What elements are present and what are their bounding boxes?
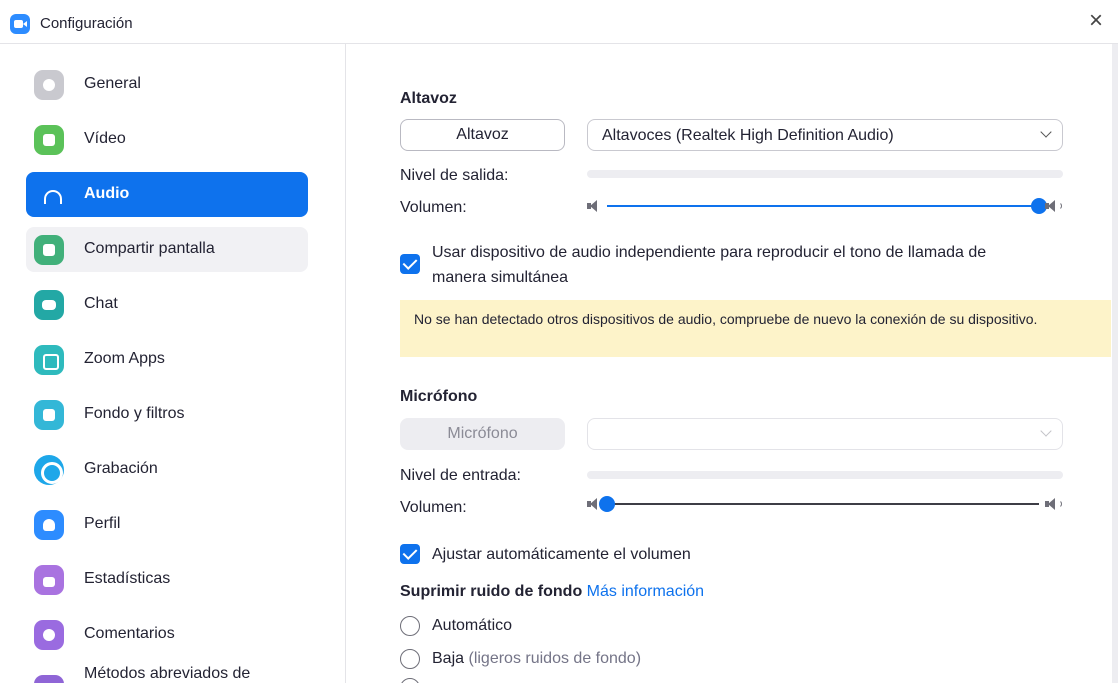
separate-ringtone-label-line1: Usar dispositivo de audio independiente …	[432, 244, 987, 261]
sidebar-item-video[interactable]: Vídeo	[26, 117, 308, 162]
video-camera-icon	[34, 125, 64, 155]
output-level-meter	[587, 170, 1063, 178]
gear-icon	[34, 70, 64, 100]
microphone-device-select[interactable]	[587, 418, 1063, 450]
profile-icon	[34, 510, 64, 540]
volume-high-icon	[1045, 200, 1063, 212]
auto-volume-checkbox[interactable]	[400, 544, 420, 564]
microphone-volume-label: Volumen:	[400, 499, 467, 516]
sidebar-item-label: Chat	[84, 295, 118, 312]
sidebar-item-chat[interactable]: Chat	[26, 282, 308, 327]
sidebar-item-label: Zoom Apps	[84, 350, 165, 367]
noise-low-label: Baja (ligeros ruidos de fondo)	[432, 650, 641, 668]
noise-suppression-title-text: Suprimir ruido de fondo	[400, 583, 583, 600]
slider-fill	[607, 205, 1039, 207]
sidebar-item-share-screen[interactable]: Compartir pantalla	[26, 227, 308, 272]
noise-auto-label: Automático	[432, 617, 513, 634]
separate-ringtone-label: Usar dispositivo de audio independiente …	[432, 240, 986, 290]
sidebar-item-label: Perfil	[84, 515, 121, 532]
sidebar-item-label: Compartir pantalla	[84, 240, 215, 257]
slider-track	[599, 496, 1039, 512]
window-title: Configuración	[40, 15, 133, 32]
chevron-down-icon	[1040, 126, 1052, 138]
sidebar-item-shortcuts[interactable]: Métodos abreviados de	[26, 661, 308, 683]
keyboard-icon	[34, 675, 64, 683]
chevron-down-icon	[1040, 425, 1052, 437]
audio-settings-panel: Altavoz Altavoz Altavoces (Realtek High …	[347, 44, 1118, 683]
noise-low-label-text: Baja	[432, 650, 465, 667]
volume-low-icon	[587, 498, 599, 510]
sidebar-item-label: Vídeo	[84, 130, 126, 147]
sidebar-item-label: Audio	[84, 185, 130, 202]
sidebar-item-audio[interactable]: Audio	[26, 172, 308, 217]
sidebar-item-profile[interactable]: Perfil	[26, 502, 308, 547]
title-bar: Configuración ×	[0, 0, 1118, 44]
separate-ringtone-label-line2: manera simultánea	[432, 269, 569, 286]
auto-volume-label: Ajustar automáticamente el volumen	[432, 546, 691, 563]
chat-bubble-icon	[34, 290, 64, 320]
output-level-label: Nivel de salida:	[400, 167, 509, 184]
sidebar-item-label: Fondo y filtros	[84, 405, 185, 422]
volume-low-icon	[587, 200, 599, 212]
share-screen-icon	[34, 235, 64, 265]
sidebar-item-label: Métodos abreviados de	[84, 665, 251, 682]
sidebar-item-recording[interactable]: Grabación	[26, 447, 308, 492]
slider-track	[607, 198, 1047, 214]
volume-high-icon	[1045, 498, 1063, 510]
headphones-icon	[34, 180, 64, 210]
sidebar-item-background[interactable]: Fondo y filtros	[26, 392, 308, 437]
sidebar-item-label: Grabación	[84, 460, 158, 477]
separate-ringtone-checkbox[interactable]	[400, 254, 420, 274]
noise-suppression-title: Suprimir ruido de fondo Más información	[400, 583, 704, 601]
input-level-meter	[587, 471, 1063, 479]
input-level-label: Nivel de entrada:	[400, 467, 521, 484]
record-icon	[34, 455, 64, 485]
sidebar-item-label: Estadísticas	[84, 570, 171, 587]
smiley-icon	[34, 620, 64, 650]
microphone-section-title: Micrófono	[400, 388, 478, 405]
bar-chart-icon	[34, 565, 64, 595]
noise-medium-radio[interactable]	[400, 678, 420, 683]
speaker-volume-slider[interactable]	[587, 198, 1063, 214]
speaker-volume-label: Volumen:	[400, 199, 467, 216]
sidebar-item-statistics[interactable]: Estadísticas	[26, 557, 308, 602]
noise-low-note: (ligeros ruidos de fondo)	[468, 650, 642, 667]
settings-sidebar: General Vídeo Audio Compartir pantalla C…	[0, 44, 346, 683]
noise-auto-radio[interactable]	[400, 616, 420, 636]
no-devices-notice: No se han detectado otros dispositivos d…	[400, 300, 1111, 357]
test-microphone-button[interactable]: Micrófono	[400, 418, 565, 450]
close-button[interactable]: ×	[1082, 8, 1110, 36]
microphone-volume-slider[interactable]	[587, 496, 1063, 512]
more-info-link[interactable]: Más información	[587, 583, 704, 600]
speaker-device-select[interactable]: Altavoces (Realtek High Definition Audio…	[587, 119, 1063, 151]
test-speaker-button[interactable]: Altavoz	[400, 119, 565, 151]
noise-low-radio[interactable]	[400, 649, 420, 669]
speaker-section-title: Altavoz	[400, 90, 457, 107]
background-person-icon	[34, 400, 64, 430]
zoom-app-icon	[10, 14, 30, 34]
apps-icon	[34, 345, 64, 375]
sidebar-item-label: Comentarios	[84, 625, 175, 642]
speaker-device-value: Altavoces (Realtek High Definition Audio…	[602, 127, 894, 144]
sidebar-item-feedback[interactable]: Comentarios	[26, 612, 308, 657]
sidebar-item-zoom-apps[interactable]: Zoom Apps	[26, 337, 308, 382]
scrollbar[interactable]	[1112, 44, 1118, 683]
slider-thumb[interactable]	[599, 496, 615, 512]
sidebar-item-label: General	[84, 75, 141, 92]
sidebar-item-general[interactable]: General	[26, 62, 308, 107]
